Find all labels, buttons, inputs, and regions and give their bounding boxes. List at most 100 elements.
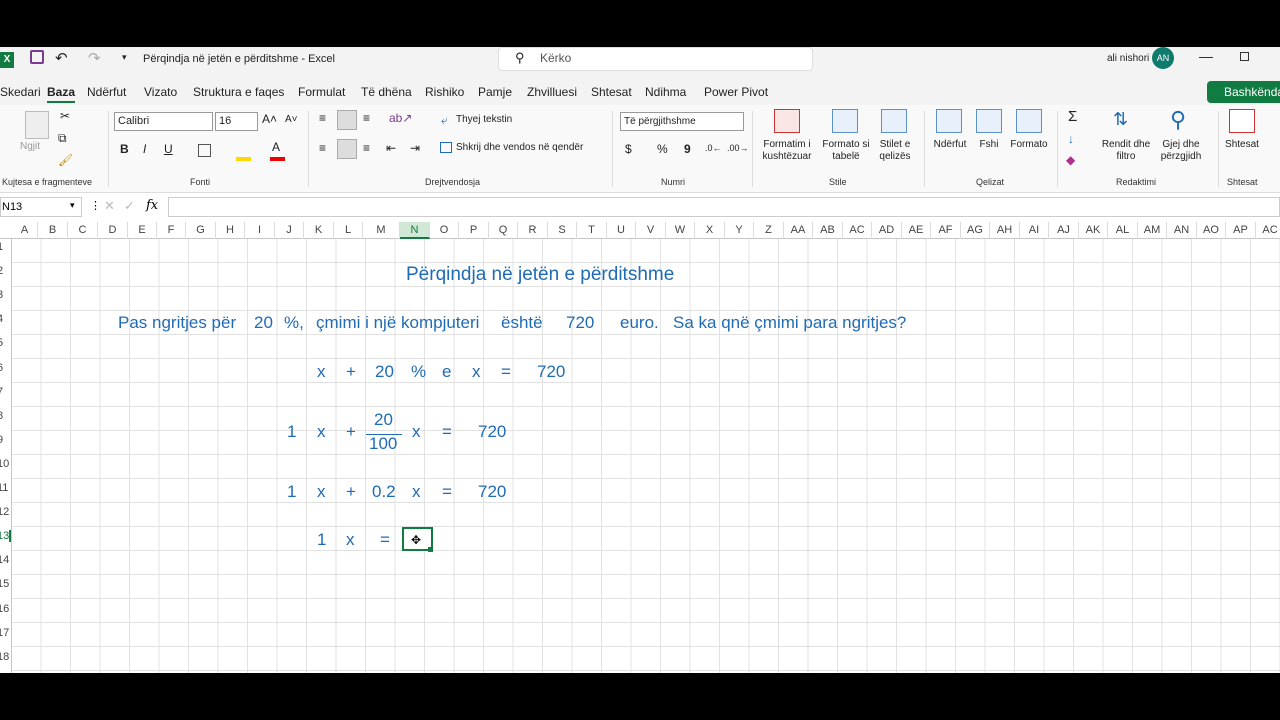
column-header[interactable]: D [98,222,128,239]
undo-icon[interactable]: ↶ [55,49,68,67]
tab-power-pivot[interactable]: Power Pivot [704,85,768,99]
row-header[interactable]: 5 [0,337,11,349]
column-header[interactable]: AH [990,222,1020,239]
name-box-dropdown-icon[interactable]: ▾ [70,200,75,211]
column-header[interactable]: I [245,222,275,239]
save-icon[interactable] [30,50,44,64]
row-header[interactable]: 12 [0,506,11,518]
column-header[interactable]: AN [1167,222,1197,239]
column-header[interactable]: AO [1197,222,1226,239]
row-header[interactable]: 17 [0,627,11,639]
increase-decimal-icon[interactable]: .0← [705,143,722,153]
fill-color-icon[interactable] [236,157,251,161]
currency-button[interactable]: $ [625,142,632,156]
row-header[interactable]: 16 [0,603,11,615]
tab-review[interactable]: Rishiko [425,85,464,99]
tab-page-layout[interactable]: Struktura e faqes [193,85,284,99]
column-header[interactable]: L [334,222,363,239]
minimize-icon[interactable]: — [1199,48,1213,64]
row-header[interactable]: 10 [0,458,11,470]
column-header[interactable]: AM [1138,222,1167,239]
row-header[interactable]: 2 [0,265,11,277]
orientation-icon[interactable]: ab↗ [389,111,412,125]
tab-file[interactable]: Skedari [0,85,41,99]
align-right-icon[interactable]: ≡ [363,141,370,155]
column-header[interactable]: AA [784,222,813,239]
column-header[interactable]: AL [1108,222,1138,239]
tab-developer[interactable]: Zhvilluesi [527,85,577,99]
column-header[interactable]: AP [1226,222,1256,239]
column-header[interactable]: O [430,222,459,239]
cell-grid[interactable] [12,239,1280,673]
delete-cells-button[interactable]: Fshi [975,139,1003,151]
enter-icon[interactable]: ✓ [124,198,135,214]
column-header[interactable]: G [186,222,216,239]
row-header[interactable]: 3 [0,289,11,301]
fill-icon[interactable]: ↓ [1068,132,1074,146]
tab-home[interactable]: Baza [47,85,76,103]
clear-icon[interactable]: ◆ [1066,153,1075,167]
tab-insert[interactable]: Ndërfut [87,85,126,99]
cell-styles-button[interactable]: Stilet e qelizës [872,139,918,163]
column-header[interactable]: Z [754,222,784,239]
row-header[interactable]: 11 [0,482,11,494]
font-color-icon[interactable]: A [272,140,280,154]
redo-icon[interactable]: ↷ [88,49,101,67]
row-header[interactable]: 9 [0,434,11,446]
cancel-icon[interactable]: ✕ [104,198,115,214]
row-header[interactable]: 18 [0,651,11,663]
align-bottom-icon[interactable]: ≡ [363,111,370,125]
row-header[interactable]: 13 [0,530,11,543]
row-header[interactable]: 4 [0,313,11,325]
font-name-select[interactable]: Calibri [114,112,213,131]
share-button[interactable]: Bashkënda [1207,81,1280,103]
column-header[interactable]: C [68,222,98,239]
insert-function-icon[interactable]: fx [146,198,158,213]
row-header[interactable]: 15 [0,578,11,590]
format-painter-icon[interactable]: 🖌 [58,153,73,167]
column-header[interactable]: W [666,222,695,239]
column-header[interactable]: Y [725,222,754,239]
column-header[interactable]: F [157,222,186,239]
increase-font-icon[interactable]: A˄ [262,112,277,126]
font-size-select[interactable]: 16 [215,112,258,131]
row-header[interactable]: 14 [0,554,11,566]
tab-addins[interactable]: Shtesat [591,85,632,99]
decrease-indent-icon[interactable]: ⇤ [386,141,396,155]
underline-button[interactable]: U [164,142,173,156]
tab-help[interactable]: Ndihma [645,85,686,99]
conditional-formatting-button[interactable]: Formatim i kushtëzuar [758,139,816,163]
fill-handle[interactable] [428,547,433,552]
merge-center-button[interactable]: Shkrij dhe vendos në qendër [456,142,583,153]
formula-input[interactable] [168,197,1280,217]
tab-formulas[interactable]: Formulat [298,85,345,99]
column-header[interactable]: N [400,222,430,239]
row-header[interactable]: 7 [0,386,11,398]
user-name[interactable]: ali nishori [1107,53,1149,64]
column-header[interactable]: AC [843,222,872,239]
borders-icon[interactable] [198,144,211,157]
align-left-icon[interactable]: ≡ [319,141,326,155]
column-header[interactable]: X [695,222,725,239]
avatar[interactable]: AN [1152,47,1174,69]
column-header[interactable]: T [577,222,607,239]
align-middle-icon[interactable] [337,110,357,130]
decrease-decimal-icon[interactable]: .00→ [727,143,749,153]
align-center-icon[interactable] [337,139,357,159]
tab-data[interactable]: Të dhëna [361,85,412,99]
column-header[interactable]: A [12,222,38,239]
column-header[interactable]: S [548,222,577,239]
find-select-button[interactable]: Gjej dhe përzgjidh [1152,139,1210,163]
align-top-icon[interactable]: ≡ [319,111,326,125]
restore-icon[interactable] [1240,52,1249,61]
cut-icon[interactable]: ✂ [60,109,70,123]
number-format-select[interactable]: Të përgjithshme [620,112,744,131]
column-header[interactable]: U [607,222,636,239]
column-header[interactable]: AC [1256,222,1280,239]
row-header[interactable]: 6 [0,362,11,374]
format-as-table-button[interactable]: Formato si tabelë [820,139,872,163]
addins-button[interactable]: Shtesat [1222,139,1262,151]
copy-icon[interactable]: ⧉ [58,131,67,146]
row-header[interactable]: 1 [0,241,11,253]
column-header[interactable]: AE [902,222,931,239]
